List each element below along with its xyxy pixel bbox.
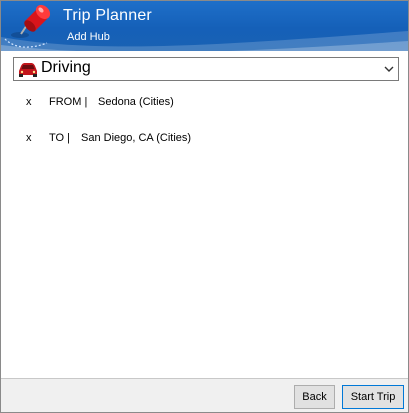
header-banner: Trip Planner Add Hub (1, 1, 408, 51)
start-trip-button[interactable]: Start Trip (342, 385, 404, 409)
red-pushpin-icon (11, 4, 51, 38)
travel-mode-value: Driving (41, 59, 91, 76)
hub-to-label: TO | (49, 132, 70, 144)
remove-hub-from-button[interactable]: x (26, 96, 32, 108)
hub-row-from: x FROM | Sedona (Cities) (1, 96, 408, 112)
remove-hub-to-button[interactable]: x (26, 132, 32, 144)
hub-to-name[interactable]: San Diego, CA (Cities) (81, 132, 191, 144)
travel-mode-dropdown[interactable]: Driving (13, 57, 399, 81)
footer-bar: Back Start Trip (1, 378, 408, 412)
hub-row-to: x TO | San Diego, CA (Cities) (1, 132, 408, 148)
back-button[interactable]: Back (294, 385, 335, 409)
app-title: Trip Planner (63, 7, 152, 24)
chevron-down-icon[interactable] (384, 63, 394, 75)
page-subtitle: Add Hub (67, 31, 110, 43)
trip-planner-window: Trip Planner Add Hub Driving x FROM | Se… (0, 0, 409, 413)
hub-from-label: FROM | (49, 96, 88, 108)
hub-from-name[interactable]: Sedona (Cities) (98, 96, 174, 108)
car-icon (19, 63, 37, 77)
